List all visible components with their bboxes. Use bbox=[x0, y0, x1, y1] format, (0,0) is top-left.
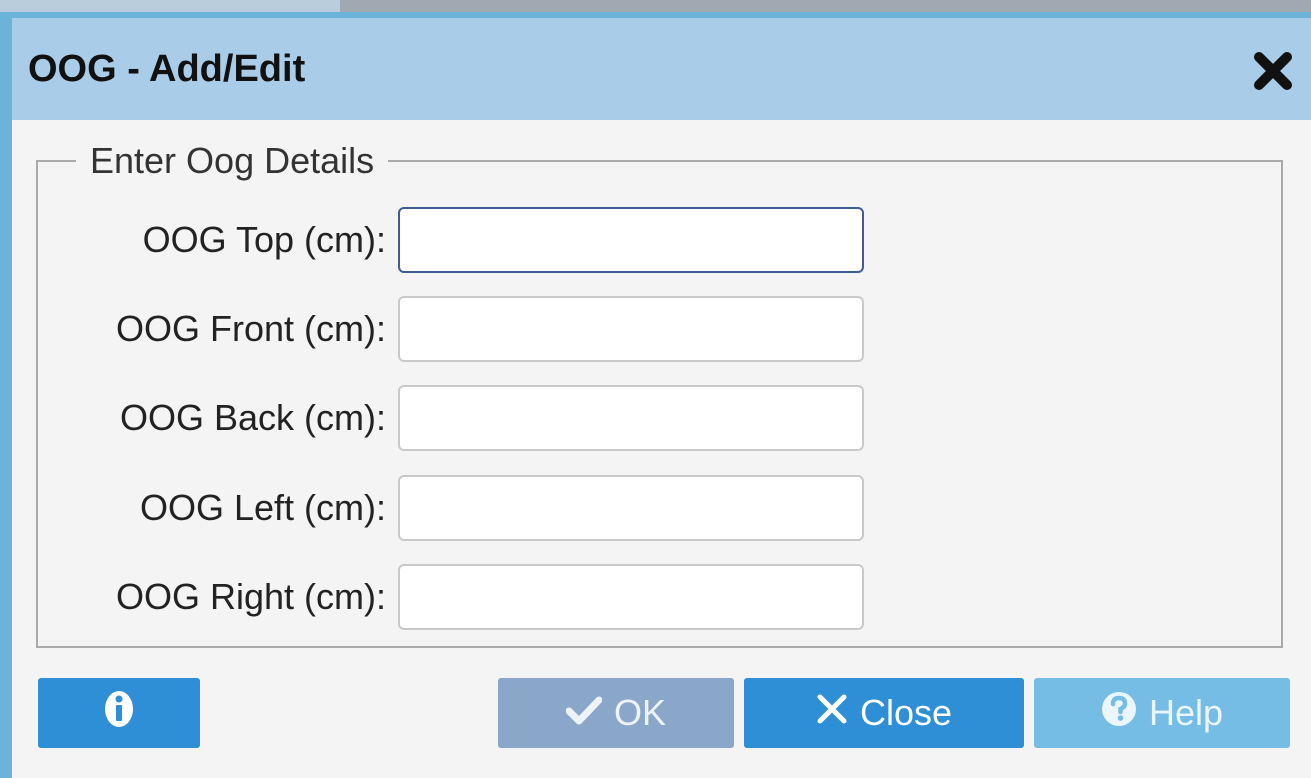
oog-back-input[interactable] bbox=[398, 385, 864, 451]
oog-dialog: OOG - Add/Edit Enter Oog Details OOG Top… bbox=[12, 18, 1311, 778]
oog-right-label: OOG Right (cm): bbox=[115, 576, 386, 617]
ok-button[interactable]: OK bbox=[498, 678, 734, 748]
fieldset-legend: Enter Oog Details bbox=[90, 140, 375, 181]
dialog-titlebar[interactable]: OOG - Add/Edit bbox=[12, 18, 1311, 120]
help-label: Help bbox=[1148, 692, 1224, 733]
background-strip-highlight bbox=[0, 0, 340, 12]
oog-left-input[interactable] bbox=[398, 475, 864, 541]
row-oog-front: OOG Front (cm): bbox=[12, 296, 386, 362]
row-oog-back: OOG Back (cm): bbox=[12, 385, 386, 451]
close-icon[interactable] bbox=[1250, 48, 1296, 94]
close-label: Close bbox=[859, 692, 953, 733]
oog-right-input[interactable] bbox=[398, 564, 864, 630]
oog-top-label: OOG Top (cm): bbox=[142, 219, 386, 260]
close-button[interactable]: Close bbox=[744, 678, 1024, 748]
question-circle-icon bbox=[1101, 691, 1137, 736]
oog-back-label: OOG Back (cm): bbox=[119, 397, 386, 438]
help-button[interactable]: Help bbox=[1034, 678, 1290, 748]
oog-left-label: OOG Left (cm): bbox=[139, 487, 386, 528]
info-button[interactable] bbox=[38, 678, 200, 748]
oog-top-input[interactable] bbox=[398, 207, 864, 273]
oog-front-label: OOG Front (cm): bbox=[116, 308, 386, 349]
info-icon bbox=[104, 690, 134, 737]
ok-label: OK bbox=[613, 692, 666, 733]
checkmark-icon bbox=[565, 692, 603, 734]
row-oog-top: OOG Top (cm): bbox=[12, 207, 386, 273]
x-icon bbox=[816, 692, 848, 734]
row-oog-left: OOG Left (cm): bbox=[12, 475, 386, 541]
oog-front-input[interactable] bbox=[398, 296, 864, 362]
dialog-title: OOG - Add/Edit bbox=[28, 48, 306, 90]
background-top-strip bbox=[0, 0, 1311, 12]
row-oog-right: OOG Right (cm): bbox=[12, 564, 386, 630]
